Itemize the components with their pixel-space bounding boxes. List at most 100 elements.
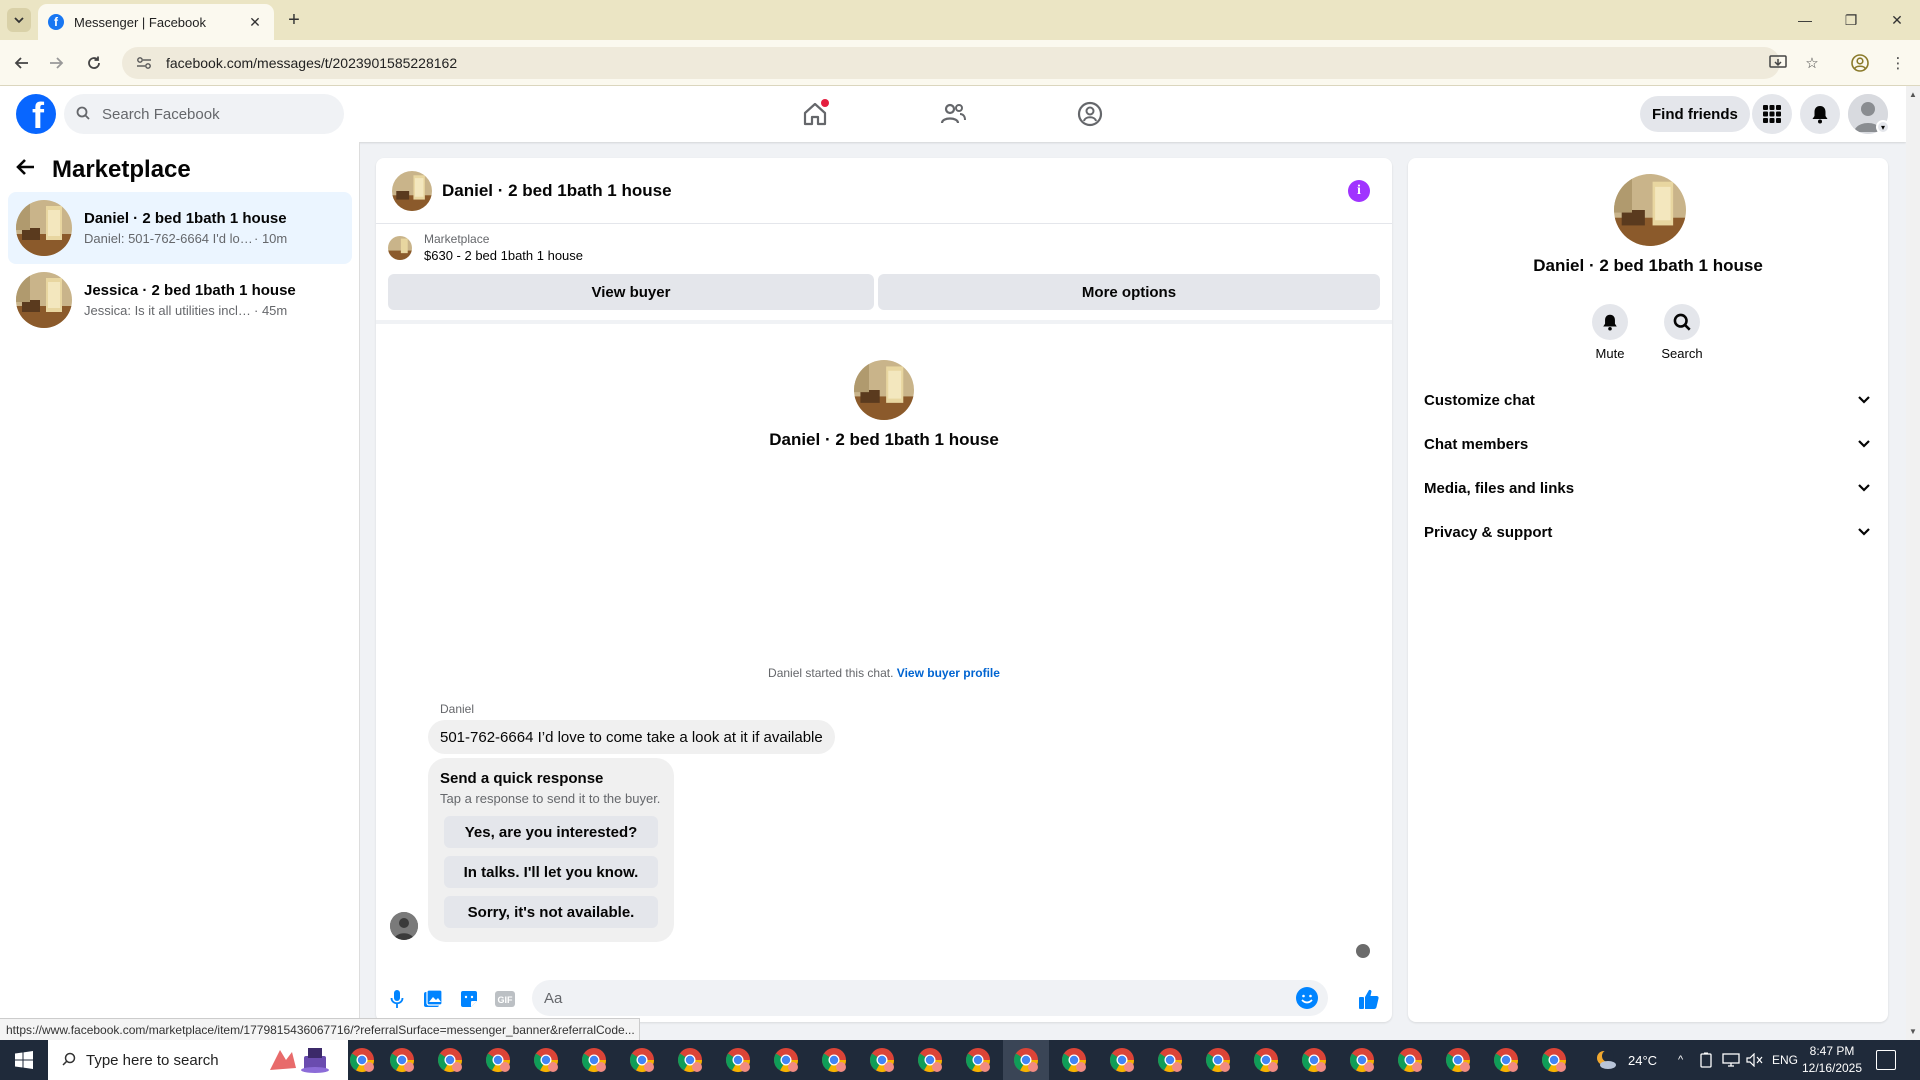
browser-menu-icon[interactable]: ⋮ [1886, 51, 1910, 75]
conversation-item-jessica[interactable]: Jessica · 2 bed 1bath 1 house Jessica: I… [8, 264, 352, 336]
nav-friends[interactable] [897, 86, 1009, 142]
start-button[interactable] [0, 1040, 48, 1080]
chrome-app-icon[interactable] [1492, 1046, 1520, 1074]
quick-response-button[interactable]: In talks. I'll let you know. [444, 856, 658, 888]
chrome-app-icon[interactable] [676, 1046, 704, 1074]
close-window-button[interactable]: ✕ [1874, 0, 1920, 40]
chrome-app-icon[interactable] [484, 1046, 512, 1074]
new-tab-button[interactable]: + [282, 8, 306, 32]
privacy-support-row[interactable]: Privacy & support [1424, 514, 1874, 550]
chrome-app-icon[interactable] [1012, 1046, 1040, 1074]
attach-photo-icon[interactable] [422, 988, 444, 1010]
quick-response-button[interactable]: Sorry, it's not available. [444, 896, 658, 928]
find-friends-button[interactable]: Find friends [1640, 96, 1750, 132]
more-options-button[interactable]: More options [878, 274, 1380, 310]
chrome-app-icon[interactable] [916, 1046, 944, 1074]
chrome-app-icon[interactable] [1156, 1046, 1184, 1074]
chrome-app-icon[interactable] [532, 1046, 560, 1074]
message-bubble[interactable]: 501-762-6664 I’d love to come take a loo… [428, 720, 835, 754]
chrome-app-icon[interactable] [1444, 1046, 1472, 1074]
chrome-app-icon[interactable] [348, 1046, 376, 1074]
notification-center-icon[interactable] [1876, 1050, 1896, 1070]
nav-groups[interactable] [1034, 86, 1146, 142]
taskbar-search[interactable]: Type here to search [48, 1040, 348, 1080]
scroll-up-icon[interactable]: ▲ [1909, 90, 1917, 99]
sticker-icon[interactable] [458, 988, 480, 1010]
bookmark-star-icon[interactable]: ☆ [1800, 51, 1824, 75]
chrome-app-icon[interactable] [820, 1046, 848, 1074]
media-files-links-row[interactable]: Media, files and links [1424, 470, 1874, 506]
weather-icon[interactable] [1594, 1040, 1618, 1080]
address-bar[interactable]: facebook.com/messages/t/2023901585228162 [122, 47, 1780, 79]
gif-icon[interactable]: GIF [494, 988, 516, 1010]
forward-button[interactable] [44, 51, 68, 75]
chrome-app-icon[interactable] [1540, 1046, 1568, 1074]
taskbar-app-icon[interactable] [388, 1046, 416, 1074]
facebook-search[interactable] [64, 94, 344, 134]
conversation-item-daniel[interactable]: Daniel · 2 bed 1bath 1 house Daniel: 501… [8, 192, 352, 264]
facebook-logo[interactable]: f [16, 94, 56, 134]
friends-icon [940, 103, 966, 124]
install-app-icon[interactable] [1766, 51, 1790, 75]
chrome-app-icon[interactable] [1204, 1046, 1232, 1074]
profile-icon[interactable] [1848, 51, 1872, 75]
back-button[interactable] [10, 51, 34, 75]
message-input-wrapper[interactable] [532, 980, 1328, 1016]
arrow-left-icon [14, 57, 28, 69]
listing-banner[interactable]: Marketplace $630 - 2 bed 1bath 1 house [388, 232, 583, 263]
chrome-app-icon[interactable] [1348, 1046, 1376, 1074]
browser-tab-active[interactable]: f Messenger | Facebook ✕ [38, 4, 274, 40]
chrome-app-icon[interactable] [964, 1046, 992, 1074]
chrome-app-icon[interactable] [436, 1046, 464, 1074]
chrome-app-icon[interactable] [1300, 1046, 1328, 1074]
customize-chat-row[interactable]: Customize chat [1424, 382, 1874, 418]
page-scrollbar[interactable]: ▲ ▼ [1906, 86, 1920, 1040]
chrome-app-icon[interactable] [772, 1046, 800, 1074]
restore-button[interactable]: ❐ [1828, 0, 1874, 40]
battery-icon[interactable] [1700, 1040, 1712, 1080]
message-input[interactable] [544, 989, 1284, 1007]
chrome-app-icon[interactable] [868, 1046, 896, 1074]
emoji-icon[interactable] [1296, 987, 1318, 1009]
reload-button[interactable] [82, 51, 106, 75]
network-icon[interactable] [1722, 1040, 1740, 1080]
chrome-app-icon[interactable] [1252, 1046, 1280, 1074]
chrome-app-icon[interactable] [1108, 1046, 1136, 1074]
quick-response-button[interactable]: Yes, are you interested? [444, 816, 658, 848]
microphone-icon[interactable] [386, 988, 408, 1010]
like-icon[interactable] [1358, 988, 1380, 1010]
view-buyer-profile-link[interactable]: View buyer profile [897, 666, 1000, 680]
search-input[interactable] [102, 105, 322, 123]
nav-home[interactable] [759, 86, 871, 142]
chat-members-row[interactable]: Chat members [1424, 426, 1874, 462]
chrome-app-icon[interactable] [1060, 1046, 1088, 1074]
chrome-app-icon[interactable] [724, 1046, 752, 1074]
chat-header-avatar[interactable] [392, 170, 432, 211]
clock[interactable]: 8:47 PM 12/16/2025 [1792, 1043, 1872, 1077]
sender-avatar[interactable] [390, 912, 418, 940]
chrome-app-icon[interactable] [1396, 1046, 1424, 1074]
search-conversation-button[interactable]: Search [1652, 304, 1712, 361]
chrome-app-icon[interactable] [580, 1046, 608, 1074]
tray-overflow-icon[interactable]: ^ [1678, 1040, 1683, 1080]
account-chevron-icon[interactable]: ▾ [1876, 120, 1890, 134]
menu-button[interactable] [1752, 94, 1792, 134]
conversation-name: Daniel · 2 bed 1bath 1 house [84, 210, 287, 227]
chevron-down-icon [1854, 434, 1874, 454]
notifications-button[interactable] [1800, 94, 1840, 134]
view-buyer-button[interactable]: View buyer [388, 274, 874, 310]
site-settings-icon[interactable] [136, 55, 152, 71]
temperature-text[interactable]: 24°C [1628, 1040, 1657, 1080]
close-tab-icon[interactable]: ✕ [246, 14, 264, 31]
back-arrow-icon[interactable] [16, 157, 36, 183]
info-icon[interactable]: i [1348, 180, 1370, 202]
windows-logo-icon [15, 1051, 33, 1069]
clock-date: 12/16/2025 [1801, 1061, 1863, 1075]
mute-button[interactable]: Mute [1580, 304, 1640, 361]
chrome-app-icon[interactable] [628, 1046, 656, 1074]
chat-header-name[interactable]: Daniel · 2 bed 1bath 1 house [442, 181, 672, 201]
scroll-down-icon[interactable]: ▼ [1909, 1027, 1917, 1036]
tab-search-button[interactable] [7, 8, 31, 32]
volume-muted-icon[interactable] [1746, 1040, 1764, 1080]
minimize-button[interactable]: — [1782, 0, 1828, 40]
